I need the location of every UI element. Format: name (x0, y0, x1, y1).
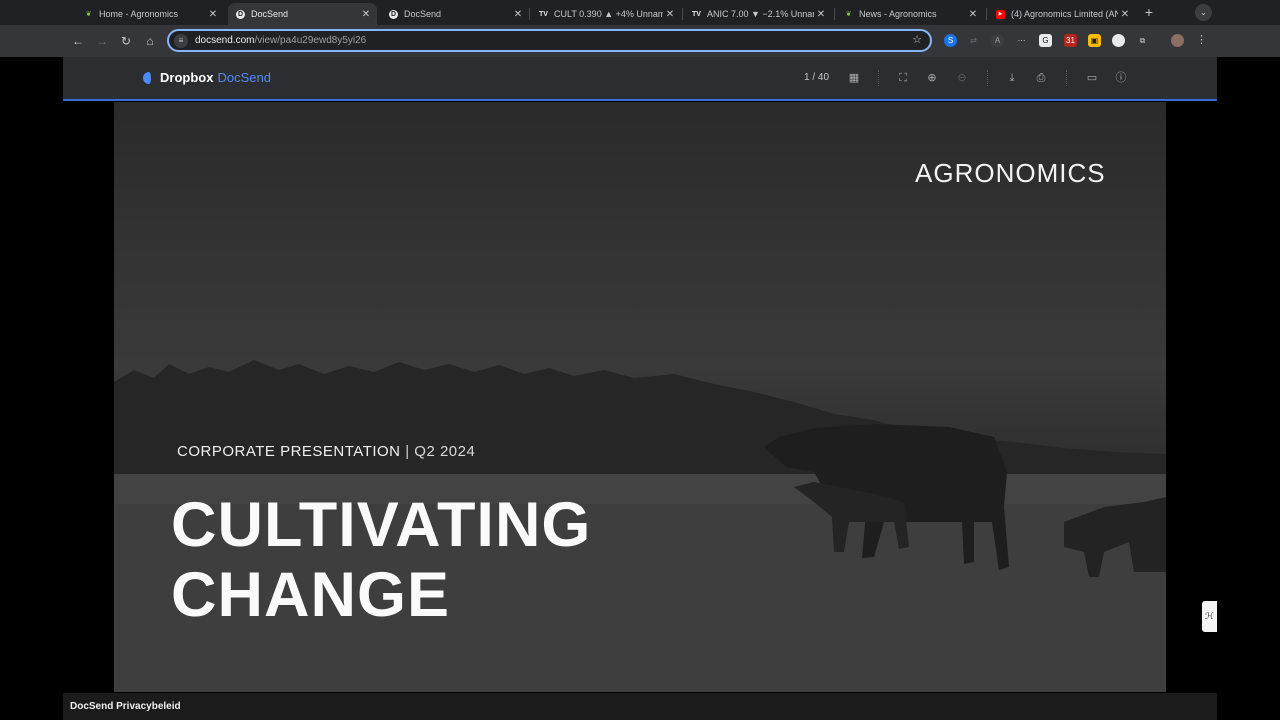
tab-cult[interactable]: TV CULT 0.390 ▲ +4% Unnamed ✕ (531, 3, 681, 25)
privacy-link[interactable]: DocSend Privacybeleid (70, 701, 181, 712)
tab-separator (986, 8, 987, 20)
site-settings-icon[interactable]: ≡ (174, 33, 188, 48)
extension-icon[interactable]: S (944, 34, 957, 47)
leaf-icon: ❦ (85, 11, 92, 18)
grid-view-icon[interactable]: ▦ (847, 71, 861, 85)
mouse-cursor (175, 521, 179, 530)
print-icon[interactable]: ⎙ (1034, 71, 1048, 85)
agronomics-logo: AGRONOMICS (915, 158, 1106, 188)
home-icon[interactable]: ⌂ (142, 33, 158, 49)
close-icon[interactable]: ✕ (511, 9, 525, 20)
close-icon[interactable]: ✕ (1118, 9, 1132, 20)
subtitle-separator: | (405, 443, 410, 460)
extension-icon[interactable]: ▣ (1088, 34, 1101, 47)
subtitle-period: Q2 2024 (414, 443, 476, 460)
close-icon[interactable]: ✕ (814, 9, 828, 20)
close-icon[interactable]: ✕ (206, 9, 220, 20)
tradingview-icon: TV (692, 10, 701, 18)
extension-icon[interactable] (1112, 34, 1125, 47)
logo-secondary-text: DocSend (217, 70, 271, 85)
tab-anic[interactable]: TV ANIC 7.00 ▼ −2.1% Unnamed ✕ (684, 3, 832, 25)
extension-icon[interactable]: ⇄ (967, 34, 980, 47)
toolbar-separator (1066, 70, 1067, 86)
tab-separator (834, 8, 835, 20)
slide-headline: CULTIVATING CHANGE (171, 490, 591, 630)
url-domain: docsend.com (195, 35, 255, 46)
tab-search-button[interactable]: ⌄ (1195, 4, 1212, 21)
tab-title: CULT 0.390 ▲ +4% Unnamed (554, 9, 663, 19)
tab-title: News - Agronomics (859, 9, 937, 19)
browser-toolbar: ← → ↻ ⌂ ≡ docsend.com/view/pa4u29ewd8y5y… (0, 25, 1280, 57)
leaf-icon: ❦ (845, 11, 852, 18)
extension-icon[interactable]: G (1039, 34, 1052, 47)
bookmark-star-icon[interactable]: ☆ (912, 33, 922, 46)
fullscreen-icon[interactable]: ⛶ (896, 71, 910, 85)
subtitle-main: CORPORATE PRESENTATION (177, 443, 401, 460)
toolbar-separator (987, 70, 988, 86)
tradingview-icon: TV (539, 10, 548, 18)
docsend-icon: D (236, 9, 245, 19)
page-footer: DocSend Privacybeleid (63, 693, 1217, 720)
tab-title: (4) Agronomics Limited (AN (1011, 9, 1118, 19)
close-icon[interactable]: ✕ (966, 9, 980, 20)
more-menu-icon[interactable]: ⋮ (1195, 34, 1208, 47)
page-indicator: 1 / 40 (804, 72, 830, 83)
tab-docsend-active[interactable]: D DocSend ✕ (228, 3, 377, 25)
tab-docsend[interactable]: D DocSend ✕ (381, 3, 529, 25)
profile-avatar[interactable] (1171, 34, 1184, 47)
url-text[interactable]: docsend.com/view/pa4u29ewd8y5yi26 (195, 35, 366, 46)
close-icon[interactable]: ✕ (663, 9, 677, 20)
docsend-icon: D (389, 9, 398, 19)
tab-title: DocSend (251, 9, 289, 19)
comment-icon[interactable]: ▭ (1085, 71, 1099, 85)
logo-primary-text: Dropbox (160, 70, 214, 85)
tab-youtube-agronomics[interactable]: ▶ (4) Agronomics Limited (AN ✕ (988, 3, 1136, 25)
headline-line-2: CHANGE (171, 560, 451, 630)
url-path: /view/pa4u29ewd8y5yi26 (254, 35, 367, 46)
forward-arrow-icon[interactable]: → (94, 33, 110, 49)
download-icon[interactable]: ⤓ (1005, 71, 1019, 85)
tab-home-agronomics[interactable]: ❦ Home - Agronomics ✕ (76, 3, 224, 25)
tab-title: DocSend (404, 9, 442, 19)
side-widget-tab[interactable]: ℋ (1202, 601, 1217, 632)
extension-icon[interactable]: A (991, 34, 1004, 47)
docsend-toolbar: Dropbox DocSend 1 / 40 ▦ ⛶ ⊕ ⊖ ⤓ ⎙ ▭ ⓘ (63, 57, 1217, 101)
slide-page: AGRONOMICS CORPORATE PRESENTATION | Q2 2… (114, 102, 1166, 692)
address-bar[interactable]: ≡ docsend.com/view/pa4u29ewd8y5yi26 ☆ (167, 29, 932, 52)
youtube-icon: ▶ (996, 9, 1005, 19)
tab-title: ANIC 7.00 ▼ −2.1% Unnamed (707, 9, 814, 19)
docsend-logo-icon (143, 71, 155, 84)
tab-separator (682, 8, 683, 20)
extension-icon[interactable]: ⋯ (1015, 34, 1028, 47)
puzzle-extensions-icon[interactable]: ⧉ (1136, 34, 1149, 47)
zoom-out-icon[interactable]: ⊖ (955, 71, 969, 85)
back-arrow-icon[interactable]: ← (70, 33, 86, 49)
new-tab-button[interactable]: + (1141, 4, 1157, 20)
close-icon[interactable]: ✕ (359, 9, 373, 20)
tab-news-agronomics[interactable]: ❦ News - Agronomics ✕ (836, 3, 984, 25)
tab-separator (529, 8, 530, 20)
headline-line-1: CULTIVATING (171, 490, 592, 560)
slide-subtitle: CORPORATE PRESENTATION | Q2 2024 (177, 443, 475, 460)
zoom-in-icon[interactable]: ⊕ (925, 71, 939, 85)
reload-icon[interactable]: ↻ (118, 33, 134, 49)
calendar-extension-icon[interactable]: 31 (1064, 34, 1077, 47)
dropbox-docsend-logo[interactable]: Dropbox DocSend (143, 70, 271, 85)
help-icon[interactable]: ⓘ (1114, 71, 1128, 85)
browser-chrome: ❦ Home - Agronomics ✕ D DocSend ✕ D DocS… (0, 0, 1280, 57)
toolbar-separator (878, 70, 879, 86)
tab-strip: ❦ Home - Agronomics ✕ D DocSend ✕ D DocS… (0, 0, 1280, 25)
tab-title: Home - Agronomics (99, 9, 179, 19)
